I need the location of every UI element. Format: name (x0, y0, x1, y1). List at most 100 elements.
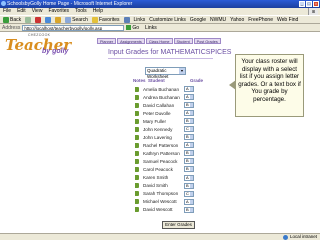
notes-icon[interactable] (135, 102, 139, 108)
grade-value: B (186, 206, 189, 212)
notes-icon[interactable] (135, 118, 139, 124)
menu-tools[interactable]: Tools (75, 8, 87, 15)
grade-select[interactable]: B (184, 182, 194, 189)
toolbar-link-2[interactable]: Customize Links (149, 17, 186, 23)
student-name: Andrea Buchanan (143, 94, 180, 100)
notes-icon[interactable] (135, 207, 139, 213)
toolbar-link-5[interactable]: Yahoo (230, 17, 244, 23)
links-label[interactable]: Links (145, 25, 157, 31)
chevron-down-icon (190, 111, 193, 116)
tab-class-home[interactable]: Class Home (145, 38, 173, 44)
student-name: John Kennedy (143, 126, 173, 132)
chevron-down-icon (190, 199, 193, 204)
notes-icon[interactable] (135, 166, 139, 172)
menu-edit[interactable]: Edit (17, 8, 26, 15)
toolbar-link-3[interactable]: Google (190, 17, 206, 23)
notes-icon[interactable] (135, 126, 139, 132)
menu-favorites[interactable]: Favorites (48, 8, 69, 15)
search-icon (65, 16, 72, 23)
notes-icon[interactable] (135, 94, 139, 100)
toolbar-link-7[interactable]: Web Find (277, 17, 298, 23)
chevron-down-icon (190, 95, 193, 100)
student-name: David Wescott (143, 207, 173, 213)
grade-select[interactable]: A (184, 110, 194, 117)
tab-student[interactable]: Student (173, 38, 193, 44)
student-name: Michael Wescott (143, 199, 177, 205)
notes-icon[interactable] (135, 142, 139, 148)
notes-icon[interactable] (135, 175, 139, 181)
grade-select[interactable]: B (184, 166, 194, 173)
table-row: David Wescott B (135, 206, 225, 214)
chevron-down-icon (190, 151, 193, 156)
grade-value: C (186, 126, 189, 132)
notes-icon[interactable] (135, 191, 139, 197)
maximize-button[interactable]: □ (306, 1, 312, 7)
notes-icon[interactable] (135, 86, 139, 92)
favorites-button[interactable]: Favorites (91, 16, 120, 23)
browser-toolbar: Back Search Favorites Links Customize Li… (0, 15, 320, 24)
refresh-icon (45, 16, 52, 23)
address-input[interactable]: http://localhost/teacherbygolly/golly.as… (22, 24, 125, 31)
grade-select[interactable]: B (184, 150, 194, 157)
grade-select[interactable]: A (184, 198, 194, 205)
grade-select[interactable]: B (184, 102, 194, 109)
menu-view[interactable]: View (32, 8, 43, 15)
grade-value: A (186, 110, 189, 116)
grade-value: B (186, 134, 189, 140)
enter-grades-button[interactable]: Enter Grades (162, 221, 195, 229)
back-arrow-icon (3, 16, 9, 23)
notes-icon[interactable] (135, 199, 139, 205)
grade-select[interactable]: B (184, 206, 194, 213)
tab-assignments[interactable]: Assignments (117, 38, 145, 44)
menu-help[interactable]: Help (93, 8, 103, 15)
minimize-button[interactable]: _ (299, 1, 305, 7)
chevron-down-icon (190, 191, 193, 196)
media-button[interactable] (123, 16, 130, 23)
student-name: Carol Peacock (143, 166, 173, 172)
search-button[interactable]: Search (65, 16, 88, 23)
student-roster: Amelia Buchanan A Andrea Buchanan A David … (135, 85, 225, 214)
ie-logo-icon (1, 1, 6, 6)
assignment-select[interactable]: Quadratic Worksheet ▼ (145, 67, 186, 79)
notes-icon[interactable] (135, 134, 139, 140)
grade-select[interactable]: A (184, 174, 194, 181)
notes-icon[interactable] (135, 183, 139, 189)
grade-select[interactable]: A (184, 94, 194, 101)
notes-icon[interactable] (135, 110, 139, 116)
chevron-down-icon (190, 87, 193, 92)
close-button[interactable]: × (313, 1, 319, 7)
grade-select[interactable]: A (184, 86, 194, 93)
col-student-header: Student (148, 78, 165, 83)
teacher-by-golly-logo: CHEZCOOK Teacher by golly (2, 33, 82, 59)
col-grade-header: Grade (190, 78, 204, 83)
notes-icon[interactable] (135, 150, 139, 156)
toolbar-link-1[interactable]: Links (134, 17, 146, 23)
refresh-button[interactable] (45, 16, 52, 23)
toolbar-link-4[interactable]: NWMU (210, 17, 226, 23)
grade-select[interactable]: B (184, 158, 194, 165)
notes-icon[interactable] (135, 158, 139, 164)
student-name: Samuel Peacock (143, 158, 178, 164)
stop-button[interactable] (35, 16, 42, 23)
home-button[interactable] (55, 16, 62, 23)
table-row: John Lavering B (135, 133, 225, 141)
table-row: David Smith B (135, 182, 225, 190)
grade-select[interactable]: A (184, 142, 194, 149)
heading-divider (108, 58, 213, 59)
go-button[interactable]: Go (126, 25, 139, 31)
chevron-down-icon (190, 159, 193, 164)
grade-select[interactable]: C (184, 190, 194, 197)
chevron-down-icon (190, 143, 193, 148)
globe-icon (282, 234, 288, 240)
grade-select[interactable]: B (184, 134, 194, 141)
toolbar-link-6[interactable]: FreePhone (248, 17, 273, 23)
grade-select[interactable]: C (184, 126, 194, 133)
back-button[interactable]: Back (3, 16, 21, 23)
grade-select[interactable]: B (184, 118, 194, 125)
grade-value: A (186, 94, 189, 100)
tab-post-grades[interactable]: Post Grades (193, 38, 221, 44)
menu-file[interactable]: File (3, 8, 11, 15)
tab-planner[interactable]: Planner (97, 38, 117, 44)
table-row: John Kennedy C (135, 125, 225, 133)
forward-button[interactable] (25, 16, 32, 23)
